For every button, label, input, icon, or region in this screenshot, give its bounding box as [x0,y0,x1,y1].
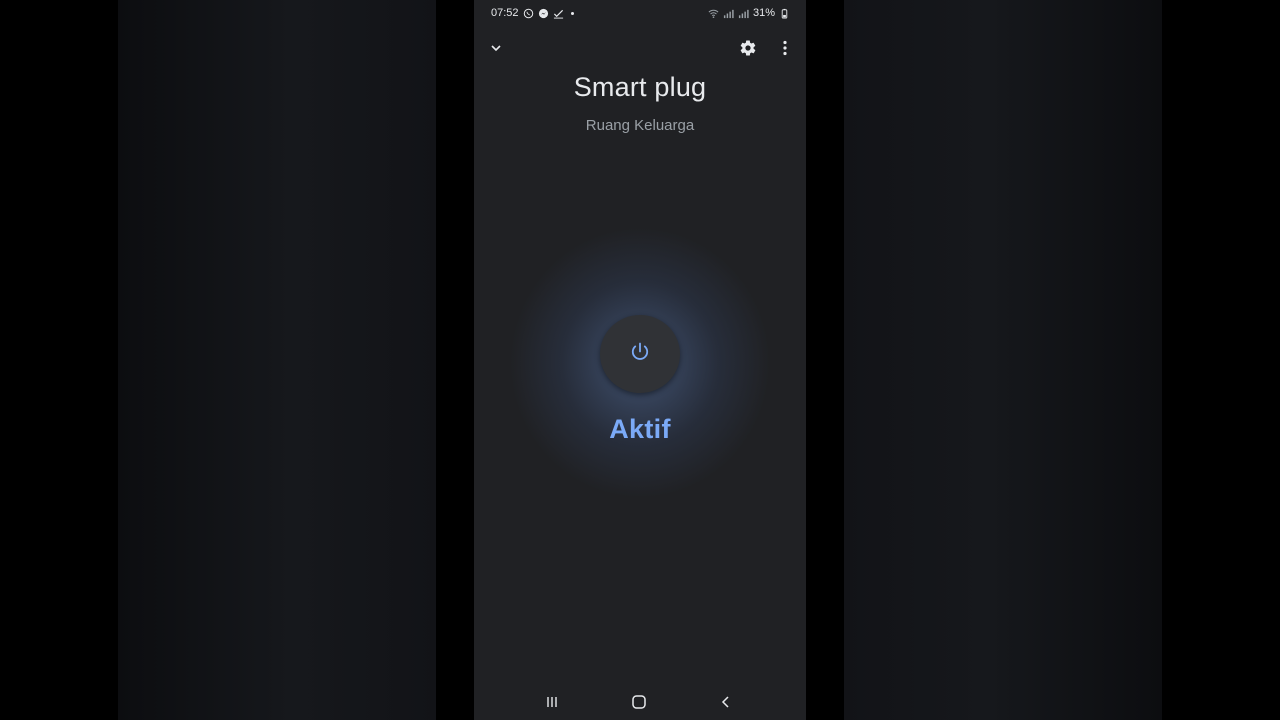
top-app-bar [474,36,806,60]
power-icon [628,340,652,369]
blurred-background-right [844,0,1162,720]
chevron-down-icon[interactable] [484,36,508,60]
battery-icon [779,8,790,19]
system-nav-bar [474,684,806,720]
signal-icon [738,8,749,19]
back-icon[interactable] [714,690,738,714]
recents-icon[interactable] [540,690,564,714]
power-state-label: Aktif [609,414,671,444]
status-right: 31% [708,7,790,19]
blurred-background-left [118,0,436,720]
letterbox-left [0,0,118,720]
phone-screen: 07:52 31% Smart plug Ruang Keluarga Akti… [474,0,806,720]
status-bar: 07:52 31% [474,0,806,28]
power-toggle-button[interactable] [600,315,680,393]
device-name: Smart plug [573,72,707,102]
check-icon [553,8,564,19]
whatsapp-icon [523,8,534,19]
device-room: Ruang Keluarga [585,117,695,134]
signal-icon [723,8,734,19]
more-vert-icon[interactable] [773,36,797,60]
status-time: 07:52 [491,7,519,19]
wifi-icon [708,8,719,19]
gear-icon[interactable] [736,36,760,60]
messenger-icon [538,8,549,19]
letterbox-right [1162,0,1280,720]
status-left: 07:52 [491,7,574,19]
home-icon[interactable] [627,690,651,714]
notification-dot [570,11,574,15]
battery-percent: 31% [752,7,775,19]
